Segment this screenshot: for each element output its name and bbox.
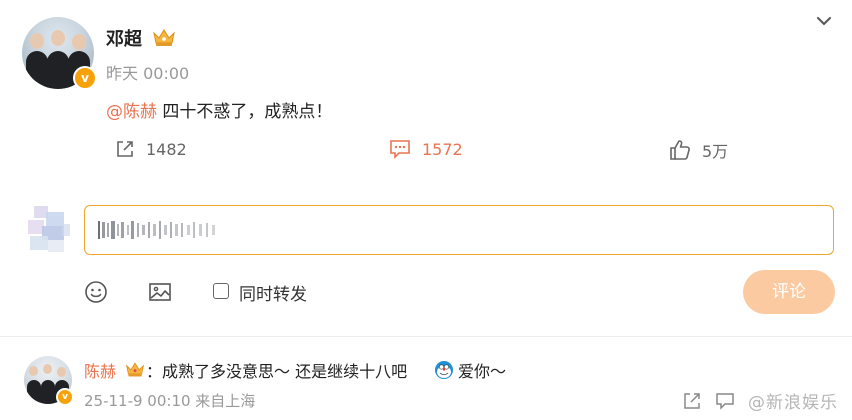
like-button[interactable]: 5万 <box>668 138 728 162</box>
divider <box>0 336 852 337</box>
verified-icon: v <box>73 66 97 90</box>
image-icon[interactable] <box>148 280 172 304</box>
submit-comment-button[interactable]: 评论 <box>743 270 835 314</box>
author-name[interactable]: 邓超 <box>106 25 142 51</box>
reply-text: ：成熟了多没意思～ 还是继续十八吧 <box>146 362 408 381</box>
chevron-down-icon[interactable] <box>815 12 833 30</box>
comment-icon <box>390 140 410 159</box>
watermark: @新浪娱乐 <box>748 393 838 413</box>
post-content: @陈赫 四十不惑了，成熟点！ <box>106 97 332 122</box>
input-draft-scribble <box>98 221 215 239</box>
reply-crown-icon <box>125 362 145 377</box>
crown-icon <box>153 29 175 46</box>
mention-link[interactable]: @陈赫 <box>106 102 157 122</box>
share-button[interactable]: 1482 <box>114 138 187 160</box>
reply-verified-icon: v <box>56 388 74 406</box>
reply-meta: 25-11-9 00:10 来自上海 <box>84 392 256 410</box>
share-icon <box>117 141 133 157</box>
repost-label[interactable]: 同时转发 <box>239 280 307 305</box>
like-count: 5万 <box>702 142 729 161</box>
share-count: 1482 <box>146 139 187 159</box>
doraemon-emoji-icon <box>435 361 453 379</box>
comment-button[interactable]: 1572 <box>388 138 463 160</box>
repost-checkbox[interactable] <box>213 283 229 299</box>
emoji-icon[interactable] <box>84 280 108 304</box>
comment-count: 1572 <box>422 139 463 159</box>
reply-author[interactable]: 陈赫 <box>84 358 116 382</box>
like-icon <box>670 140 690 160</box>
current-user-avatar <box>24 204 72 256</box>
reply-text-tail: 爱你～ <box>458 362 507 381</box>
post-time: 昨天 00:00 <box>106 64 190 83</box>
post-text: 四十不惑了，成熟点！ <box>162 102 333 122</box>
